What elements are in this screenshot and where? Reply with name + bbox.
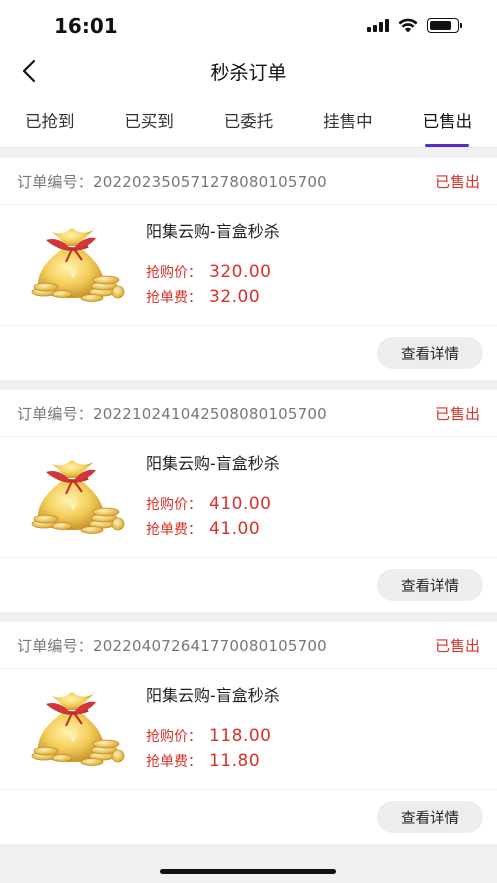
order-status: 已售出 [434, 172, 480, 191]
price-row: 抢购价： 410.00 [146, 494, 280, 519]
order-status: 已售出 [434, 404, 480, 423]
page-title: 秒杀订单 [210, 62, 287, 84]
battery-icon [427, 18, 462, 33]
price-label: 抢购价： [146, 729, 202, 745]
view-details-button[interactable]: 查看详情 [377, 569, 483, 601]
order-card-body[interactable]: ¥ 阳集云购-盲盒秒杀 抢购价： 410.00 抢单费： 41.00 [0, 437, 497, 558]
order-card-footer: 查看详情 [0, 558, 497, 612]
status-icons [367, 18, 462, 33]
svg-text:¥: ¥ [69, 499, 77, 513]
svg-text:¥: ¥ [69, 267, 77, 281]
order-card: 订单编号：20220235057127808010570​0 已售出 [0, 158, 497, 380]
order-card-header: 订单编号：20220407264177008010570​0 已售出 [0, 622, 497, 669]
product-name: 阳集云购-盲盒秒杀 [146, 222, 280, 241]
order-number-value: 20220407264177008010570​0 [93, 636, 327, 655]
order-status: 已售出 [434, 636, 480, 655]
wifi-icon [398, 18, 418, 33]
tab-grabbed[interactable]: 已抢到 [0, 94, 99, 147]
home-indicator [160, 869, 336, 874]
price-value: 320.00 [209, 262, 272, 282]
header: 16:01 秒杀订单 已抢到 已买到 已委托 挂售中 已售出 [0, 0, 497, 148]
order-card-footer: 查看详情 [0, 326, 497, 380]
fee-label: 抢单费： [146, 754, 202, 770]
order-number-value: 20221024104250808010570​0 [93, 404, 327, 423]
price-label: 抢购价： [146, 497, 202, 513]
tab-bar: 已抢到 已买到 已委托 挂售中 已售出 [0, 94, 497, 148]
order-card-header: 订单编号：20221024104250808010570​0 已售出 [0, 390, 497, 437]
battery-level [430, 21, 451, 30]
order-card: 订单编号：20220407264177008010570​0 已售出 [0, 622, 497, 844]
order-list: 订单编号：20220235057127808010570​0 已售出 [0, 148, 497, 844]
tab-listed[interactable]: 挂售中 [298, 94, 397, 147]
order-number-label: 订单编号： [17, 404, 94, 423]
fee-value: 32.00 [209, 287, 261, 307]
money-bag-icon: ¥ [31, 692, 125, 766]
status-time: 16:01 [54, 14, 118, 38]
order-number: 订单编号：20220235057127808010570​0 [17, 171, 327, 192]
order-number-label: 订单编号： [17, 172, 94, 191]
fee-value: 11.80 [209, 751, 261, 771]
fee-row: 抢单费： 11.80 [146, 751, 280, 776]
fee-row: 抢单费： 32.00 [146, 287, 280, 312]
tab-sold[interactable]: 已售出 [398, 94, 497, 147]
order-card-footer: 查看详情 [0, 790, 497, 844]
fee-row: 抢单费： 41.00 [146, 519, 280, 544]
price-label: 抢购价： [146, 265, 202, 281]
tab-bought[interactable]: 已买到 [99, 94, 198, 147]
product-name: 阳集云购-盲盒秒杀 [146, 454, 280, 473]
order-number: 订单编号：20220407264177008010570​0 [17, 635, 327, 656]
fee-label: 抢单费： [146, 290, 202, 306]
price-value: 410.00 [209, 494, 272, 514]
order-info: 阳集云购-盲盒秒杀 抢购价： 118.00 抢单费： 11.80 [146, 681, 280, 789]
order-number-label: 订单编号： [17, 636, 94, 655]
order-number: 订单编号：20221024104250808010570​0 [17, 403, 327, 424]
money-bag-icon: ¥ [31, 460, 125, 534]
order-card: 订单编号：20221024104250808010570​0 已售出 [0, 390, 497, 612]
order-info: 阳集云购-盲盒秒杀 抢购价： 410.00 抢单费： 41.00 [146, 449, 280, 557]
price-row: 抢购价： 118.00 [146, 726, 280, 751]
product-name: 阳集云购-盲盒秒杀 [146, 686, 280, 705]
order-card-body[interactable]: ¥ 阳集云购-盲盒秒杀 抢购价： 118.00 抢单费： 11.80 [0, 669, 497, 790]
fee-label: 抢单费： [146, 522, 202, 538]
price-row: 抢购价： 320.00 [146, 262, 280, 287]
nav-bar: 秒杀订单 [0, 52, 497, 94]
view-details-button[interactable]: 查看详情 [377, 801, 483, 833]
order-card-body[interactable]: ¥ 阳集云购-盲盒秒杀 抢购价： 320.00 抢单费： 32.00 [0, 205, 497, 326]
status-bar: 16:01 [0, 0, 497, 52]
svg-text:¥: ¥ [69, 731, 77, 745]
price-value: 118.00 [209, 726, 272, 746]
signal-icon [367, 19, 389, 32]
money-bag-icon: ¥ [31, 228, 125, 302]
order-info: 阳集云购-盲盒秒杀 抢购价： 320.00 抢单费： 32.00 [146, 217, 280, 325]
order-number-value: 20220235057127808010570​0 [93, 172, 327, 191]
fee-value: 41.00 [209, 519, 261, 539]
tab-consigned[interactable]: 已委托 [199, 94, 298, 147]
order-card-header: 订单编号：20220235057127808010570​0 已售出 [0, 158, 497, 205]
view-details-button[interactable]: 查看详情 [377, 337, 483, 369]
